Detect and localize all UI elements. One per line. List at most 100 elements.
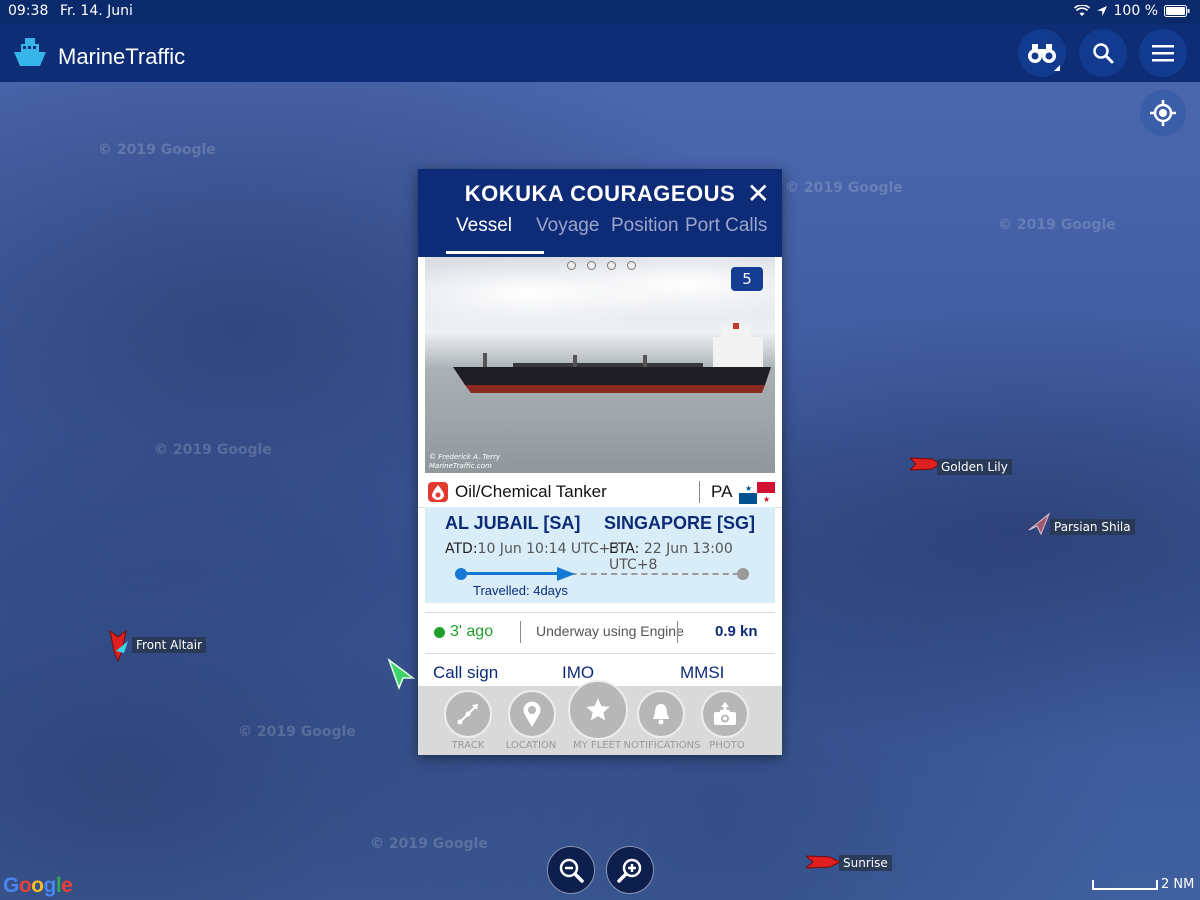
battery-icon (1164, 5, 1190, 17)
pager-dot[interactable] (627, 261, 636, 270)
app-header: MarineTraffic (0, 24, 1200, 82)
destination-port[interactable]: SINGAPORE [SG] (604, 513, 755, 534)
vessel-name: KOKUKA COURAGEOUS (464, 181, 736, 206)
ship-marker-icon[interactable] (106, 629, 132, 663)
binoculars-button[interactable] (1018, 29, 1066, 77)
scale-bar (1092, 880, 1158, 890)
zoom-out-icon (559, 858, 584, 883)
ship-label[interactable]: Front Altair (132, 637, 207, 653)
atd-row: ATD:10 Jun 10:14 UTC+3 (445, 541, 619, 557)
mmsi-label: MMSI (680, 663, 725, 682)
photo-pager[interactable] (567, 261, 636, 270)
photo-count-badge: 5 (731, 267, 763, 291)
ship-marker-icon[interactable] (910, 456, 940, 472)
travelled-text: Travelled: 4days (473, 583, 568, 598)
vessel-photo[interactable]: 5 © Frederick A. Terry MarineTraffic.com (425, 257, 775, 473)
svg-text:★: ★ (763, 495, 770, 504)
crosshair-icon (1150, 100, 1176, 126)
departure-port[interactable]: AL JUBAIL [SA] (445, 513, 580, 534)
speed: 0.9 kn (715, 623, 758, 640)
vessel-action-bar: TRACK LOCATION MY FLEET NOTIFICATIONS PH… (418, 680, 782, 755)
pager-dot[interactable] (607, 261, 616, 270)
map-watermark: © 2019 Google (998, 217, 1116, 233)
locate-me-button[interactable] (1140, 90, 1186, 136)
ship-marker-icon[interactable] (1027, 512, 1051, 538)
ship-marker-icon[interactable] (387, 658, 417, 690)
photo-button[interactable] (701, 690, 749, 738)
track-button[interactable] (444, 690, 492, 738)
divider (699, 481, 700, 503)
progress-travelled (459, 572, 567, 575)
ship-label[interactable]: Golden Lily (937, 459, 1012, 475)
scale-label: 2 NM (1161, 877, 1195, 892)
map-watermark: © 2019 Google (785, 180, 903, 196)
corner-arrow-icon (1054, 65, 1060, 71)
navigational-status: Underway using Engine (536, 623, 684, 639)
tanker-ship-image (453, 323, 771, 393)
menu-button[interactable] (1139, 29, 1187, 77)
divider (520, 621, 521, 643)
search-icon (1093, 43, 1114, 64)
vessel-type: Oil/Chemical Tanker (455, 482, 607, 501)
tanker-type-icon (428, 482, 448, 502)
ship-icon (14, 38, 46, 66)
vessel-card-header: KOKUKA COURAGEOUS ✕ Vessel Voyage Positi… (418, 169, 782, 257)
ship-label[interactable]: Parsian Shila (1050, 519, 1135, 535)
zoom-in-button[interactable] (606, 846, 654, 894)
flag-code: PA (711, 482, 733, 501)
voyage-progress-bar (455, 567, 749, 581)
tab-port-calls[interactable]: Port Calls (685, 215, 767, 237)
pager-dot[interactable] (587, 261, 596, 270)
tab-vessel[interactable]: Vessel (456, 215, 512, 237)
app-title: MarineTraffic (58, 44, 186, 69)
active-tab-indicator (446, 251, 544, 254)
eta-label: ETA: (609, 541, 640, 557)
status-time: 09:38 (8, 3, 49, 19)
vessel-type-row: Oil/Chemical Tanker PA ★ ★ (418, 477, 782, 508)
svg-text:★: ★ (745, 484, 752, 493)
location-pin-icon (523, 701, 541, 727)
tab-voyage[interactable]: Voyage (536, 215, 599, 237)
photo-label[interactable]: PHOTO (687, 740, 767, 751)
last-seen: 3' ago (450, 623, 494, 640)
map-watermark: © 2019 Google (370, 836, 488, 852)
search-button[interactable] (1079, 29, 1127, 77)
online-status-dot (434, 627, 445, 638)
tab-position[interactable]: Position (611, 215, 679, 237)
binoculars-icon (1028, 44, 1056, 63)
menu-icon (1152, 45, 1174, 62)
notifications-button[interactable] (637, 690, 685, 738)
origin-dot (455, 568, 467, 580)
atd-label: ATD: (445, 541, 478, 557)
destination-dot (737, 568, 749, 580)
battery-percent: 100 % (1113, 3, 1158, 19)
status-bar: 09:38 Fr. 14. Juni 100 % (0, 0, 1200, 24)
call-sign-label: Call sign (433, 663, 499, 682)
bell-icon (653, 704, 669, 725)
ship-label[interactable]: Sunrise (839, 855, 892, 871)
location-button[interactable] (508, 690, 556, 738)
track-icon (457, 704, 478, 725)
atd-value: 10 Jun 10:14 UTC+3 (477, 541, 620, 557)
camera-upload-icon (714, 702, 736, 725)
location-arrow-icon (1096, 6, 1107, 16)
status-date: Fr. 14. Juni (60, 3, 133, 19)
zoom-out-button[interactable] (547, 846, 595, 894)
status-indicators: 100 % (1073, 3, 1190, 19)
zoom-in-icon (617, 858, 642, 883)
close-icon[interactable]: ✕ (747, 177, 770, 210)
vessel-status-row: 3' ago Underway using Engine 0.9 kn (425, 612, 775, 654)
ship-marker-icon[interactable] (806, 854, 840, 870)
pager-dot[interactable] (567, 261, 576, 270)
map-watermark: © 2019 Google (154, 442, 272, 458)
photo-credit-author: © Frederick A. Terry (429, 453, 501, 461)
star-icon (586, 698, 610, 721)
voyage-route[interactable]: AL JUBAIL [SA] SINGAPORE [SG] ATD:10 Jun… (425, 507, 775, 603)
photo-credit-site: MarineTraffic.com (429, 462, 492, 470)
divider (677, 621, 678, 643)
google-logo: Google (3, 874, 73, 897)
photo-credit: © Frederick A. Terry MarineTraffic.com (429, 453, 500, 471)
wifi-icon (1073, 5, 1090, 16)
my-fleet-button[interactable] (568, 680, 628, 740)
panama-flag-icon: ★ ★ (739, 482, 775, 504)
